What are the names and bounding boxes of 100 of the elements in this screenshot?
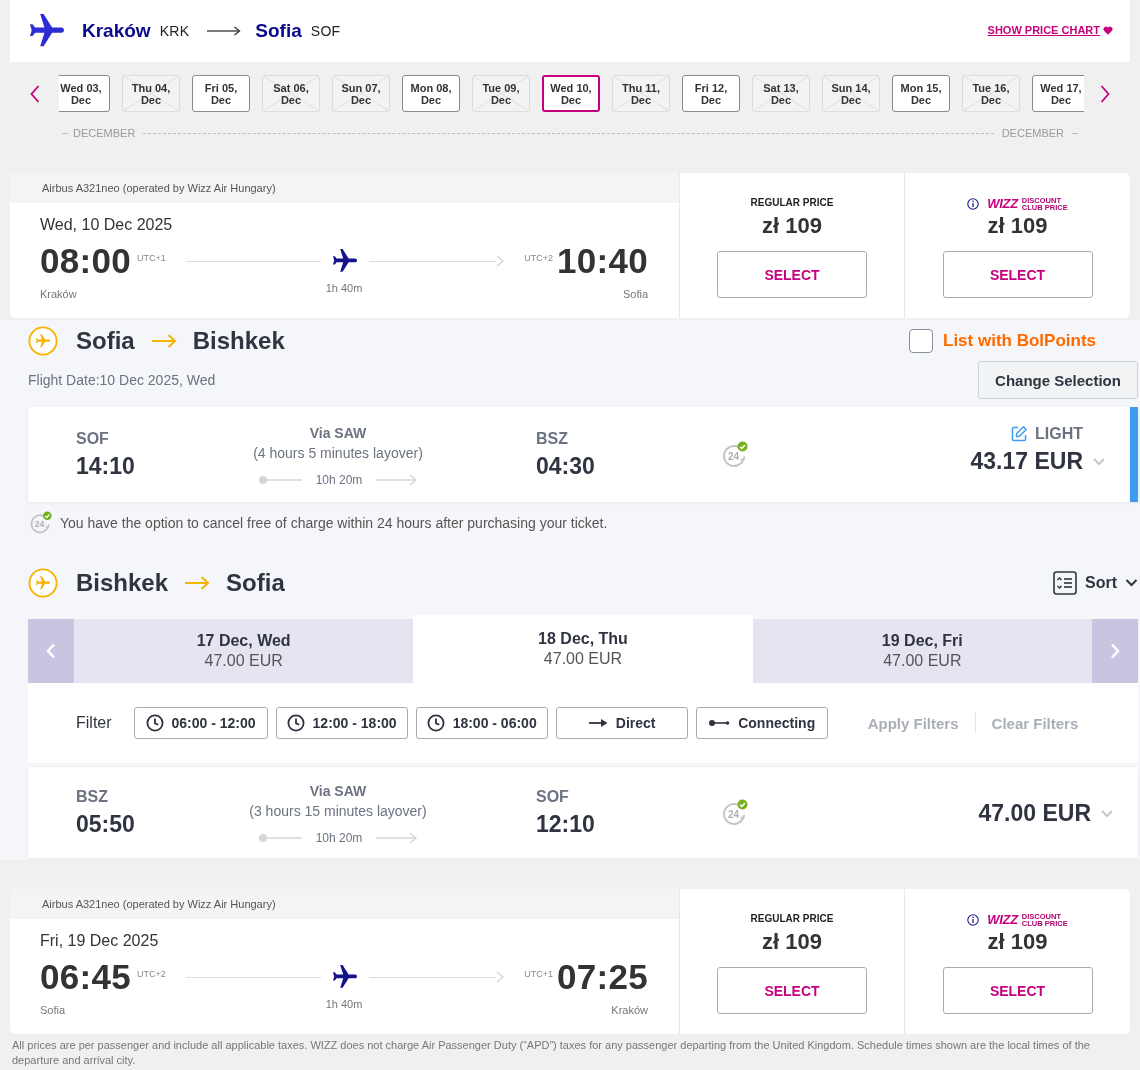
arrival-time: 04:30 — [536, 452, 596, 480]
flight-duration: 1h 40m — [325, 997, 363, 1011]
sort-button[interactable]: Sort — [1053, 571, 1138, 595]
date-button[interactable]: Fri 05, Dec — [192, 75, 250, 112]
fare-price: 43.17 EUR — [970, 446, 1083, 476]
arrow-icon — [150, 334, 177, 348]
date-button[interactable]: Mon 15, Dec — [892, 75, 950, 112]
destination-code: SOF — [310, 23, 341, 39]
route-arrow — [376, 832, 419, 844]
price-chart-link[interactable]: SHOW PRICE CHART — [987, 24, 1113, 36]
timezone-label: UTC+2 — [524, 253, 553, 263]
origin-city: Sofia — [76, 327, 135, 355]
date-button[interactable]: Fri 12, Dec — [682, 75, 740, 112]
change-selection-button[interactable]: Change Selection — [978, 361, 1138, 399]
chevron-left-icon — [46, 643, 56, 659]
arrival-code: BSZ — [536, 429, 569, 449]
departure-time: 05:50 — [76, 810, 136, 838]
date-tab[interactable]: 18 Dec, Thu 47.00 EUR — [413, 615, 753, 683]
filter-chip[interactable]: Direct — [555, 707, 688, 739]
timezone-label: UTC+1 — [524, 969, 553, 979]
select-button[interactable]: SELECT — [942, 251, 1093, 298]
date-tab[interactable]: 19 Dec, Fri 47.00 EUR — [752, 619, 1092, 683]
flight-row[interactable]: BSZ 05:50 Via SAW (3 hours 15 minutes layover) 10h 20m SOF 12:10 24 47.00 EUR — [28, 767, 1138, 858]
chevron-right-icon — [1110, 643, 1120, 659]
filter-chip[interactable]: Connecting — [695, 707, 828, 739]
connection-icon — [708, 718, 731, 728]
logo-text: WIZZ — [987, 197, 1018, 211]
filter-label: Filter — [76, 714, 112, 732]
airplane-circle-icon — [28, 568, 58, 598]
plane-icon — [30, 14, 64, 48]
sort-icon — [1053, 571, 1077, 595]
date-button[interactable]: Wed 10, Dec — [542, 75, 600, 112]
route-start-line — [257, 833, 302, 843]
clock-icon — [286, 714, 305, 732]
arrival-time: 12:10 — [536, 810, 596, 838]
plane-icon — [333, 249, 357, 273]
filter-chip[interactable]: 12:00 - 18:00 — [275, 707, 408, 739]
month-label: DECEMBER — [1001, 127, 1064, 139]
edit-icon — [1010, 424, 1028, 443]
filter-chip[interactable]: 06:00 - 12:00 — [133, 707, 268, 739]
timezone-label: UTC+1 — [137, 253, 166, 263]
bolpoints-checkbox[interactable] — [909, 329, 933, 353]
select-button[interactable]: SELECT — [717, 251, 867, 298]
flight-duration: 10h 20m — [315, 473, 363, 487]
fare-price: zł 109 — [987, 929, 1048, 955]
fare-price: zł 109 — [987, 213, 1048, 239]
heart-icon — [1103, 25, 1113, 35]
arrival-time: 10:40 — [556, 241, 648, 281]
month-label: DECEMBER — [73, 127, 136, 139]
flight-row[interactable]: SOF 14:10 Via SAW (4 hours 5 minutes layover) 10h 20m BSZ 04:30 24 LIGHT 43.17 EUR — [28, 407, 1138, 502]
flight-date: Fri, 19 Dec 2025 — [40, 931, 160, 951]
origin-code: KRK — [159, 23, 190, 39]
flight-duration: 1h 40m — [325, 281, 363, 295]
fare-price: 47.00 EUR — [978, 798, 1091, 828]
destination-city: Sofia — [226, 569, 285, 597]
fare-label: REGULAR PRICE — [750, 197, 834, 210]
departure-time: 14:10 — [76, 452, 136, 480]
via-airport: Via SAW — [309, 782, 367, 801]
arrow-icon — [207, 26, 242, 36]
departure-code: BSZ — [76, 787, 109, 807]
disclaimer-text: All prices are per passenger and include all applicable taxes. WIZZ does not charge Air Passenger Duty (“APD”) taxes for any passenger departing from the United Kingdom. Schedule times shown are the local times of the departure and arrival city. — [12, 1038, 1091, 1068]
chevron-right-icon — [1100, 84, 1110, 103]
select-button[interactable]: SELECT — [717, 967, 867, 1014]
info-icon — [967, 198, 980, 210]
date-tab[interactable]: 17 Dec, Wed 47.00 EUR — [74, 619, 414, 683]
arrival-city: Sofia — [622, 287, 648, 301]
chevron-left-icon — [30, 84, 40, 103]
date-button[interactable]: Wed 17, Dec — [1032, 75, 1084, 112]
aircraft-info: Airbus A321neo (operated by Wizz Air Hungary) — [10, 173, 679, 203]
airplane-circle-icon — [28, 326, 58, 356]
clock-icon — [426, 714, 445, 732]
chevron-down-icon — [1125, 579, 1138, 587]
layover-info: (4 hours 5 minutes layover) — [253, 444, 423, 463]
layover-info: (3 hours 15 minutes layover) — [249, 802, 427, 821]
flight-duration: 10h 20m — [315, 831, 363, 845]
logo-text: WIZZ — [987, 913, 1018, 927]
route-arrow — [376, 474, 419, 486]
departure-city: Kraków — [40, 287, 77, 301]
arrival-code: SOF — [536, 787, 570, 807]
fare-price: zł 109 — [762, 213, 822, 239]
chevron-down-icon — [1101, 809, 1113, 818]
info-icon — [967, 914, 980, 926]
departure-time: 06:45 — [40, 957, 132, 997]
aircraft-info: Airbus A321neo (operated by Wizz Air Hungary) — [10, 889, 679, 919]
flight-date: Flight Date:10 Dec 2025, Wed — [28, 372, 216, 388]
plane-icon — [333, 965, 357, 989]
via-airport: Via SAW — [309, 424, 367, 443]
arrival-city: Kraków — [611, 1003, 648, 1017]
date-button[interactable]: Mon 08, Dec — [402, 75, 460, 112]
chevron-down-icon — [1093, 457, 1105, 466]
departure-time: 08:00 — [40, 241, 132, 281]
origin-city: Bishkek — [76, 569, 169, 597]
date-button[interactable]: Wed 03, Dec — [59, 75, 110, 112]
fare-label: REGULAR PRICE — [750, 913, 834, 926]
destination-city: Sofia — [255, 20, 302, 42]
select-button[interactable]: SELECT — [942, 967, 1093, 1014]
flight-date: Wed, 10 Dec 2025 — [40, 215, 174, 235]
fare-name: LIGHT — [1035, 424, 1083, 443]
timezone-label: UTC+2 — [137, 969, 166, 979]
filter-chip[interactable]: 18:00 - 06:00 — [415, 707, 548, 739]
